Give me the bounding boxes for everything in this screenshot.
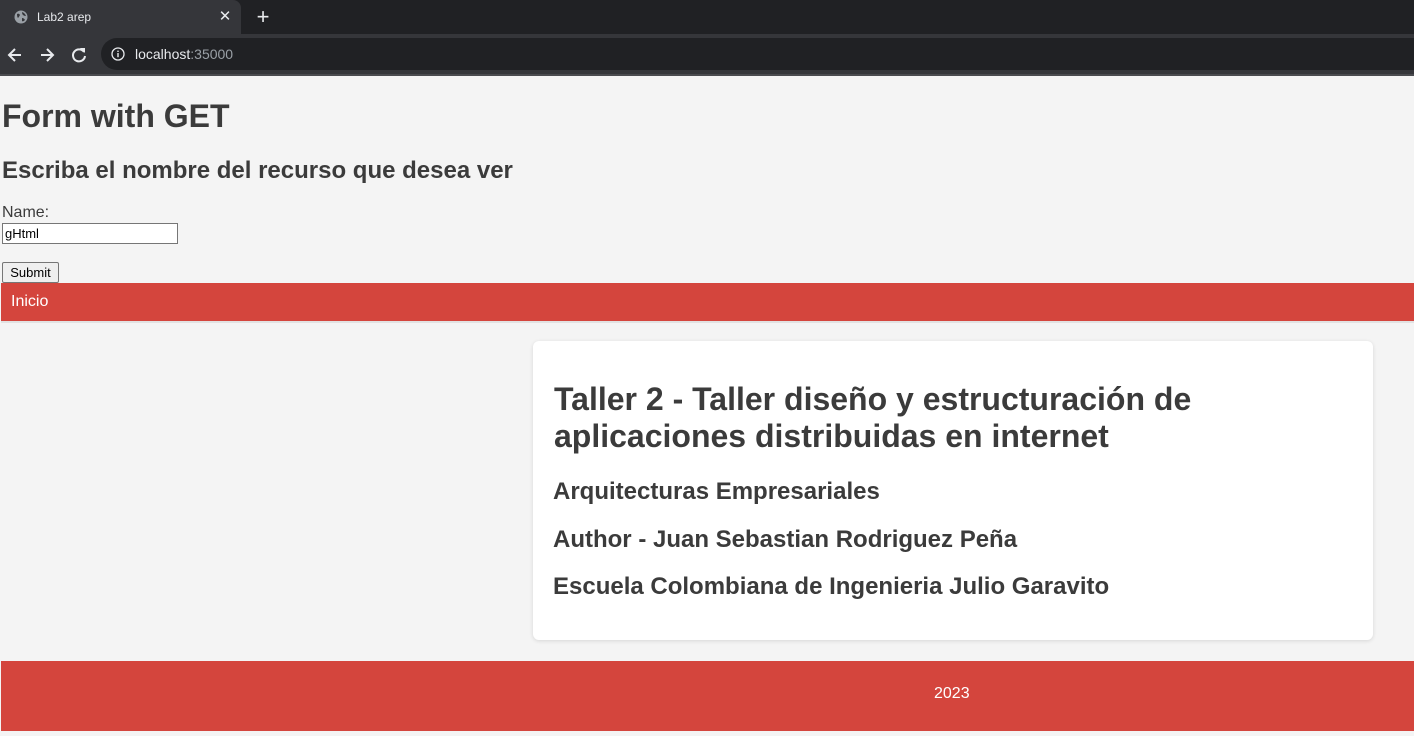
- page-subtitle: Escriba el nombre del recurso que desea …: [2, 157, 513, 184]
- plus-icon[interactable]: +: [253, 6, 273, 28]
- info-icon[interactable]: [111, 47, 125, 61]
- url-host: localhost: [135, 46, 191, 62]
- page-title: Form with GET: [2, 98, 230, 134]
- submit-button[interactable]: Submit: [2, 262, 59, 283]
- footer-year: 2023: [934, 685, 970, 702]
- nav-link-inicio[interactable]: Inicio: [11, 293, 48, 311]
- url-text: localhost:35000: [135, 46, 233, 62]
- name-label: Name:: [2, 204, 50, 221]
- footer: 2023: [1, 661, 1414, 731]
- browser-toolbar: localhost:35000: [0, 34, 1414, 76]
- url-port: :35000: [190, 46, 234, 62]
- browser-tab[interactable]: Lab2 arep ✕: [0, 0, 241, 34]
- close-icon[interactable]: ✕: [217, 9, 233, 25]
- card-line-school: Escuela Colombiana de Ingenieria Julio G…: [553, 573, 1110, 600]
- tab-title: Lab2 arep: [37, 10, 92, 24]
- globe-icon: [14, 10, 28, 24]
- page-content: Form with GET Escriba el nombre del recu…: [0, 78, 1414, 736]
- card-line-author: Author - Juan Sebastian Rodriguez Peña: [553, 526, 1018, 553]
- reload-icon[interactable]: [69, 45, 89, 65]
- info-card: Taller 2 - Taller diseño y estructuració…: [533, 341, 1373, 640]
- card-title: Taller 2 - Taller diseño y estructuració…: [554, 381, 1192, 454]
- nav-bar: Inicio: [1, 283, 1414, 321]
- forward-arrow-icon[interactable]: [37, 45, 57, 65]
- address-bar[interactable]: localhost:35000: [101, 38, 1414, 70]
- back-arrow-icon[interactable]: [5, 45, 25, 65]
- card-line-course: Arquitecturas Empresariales: [553, 478, 880, 505]
- browser-tab-strip: Lab2 arep ✕ +: [0, 0, 1414, 34]
- nav-divider: [1, 321, 1414, 323]
- name-input[interactable]: [2, 223, 178, 244]
